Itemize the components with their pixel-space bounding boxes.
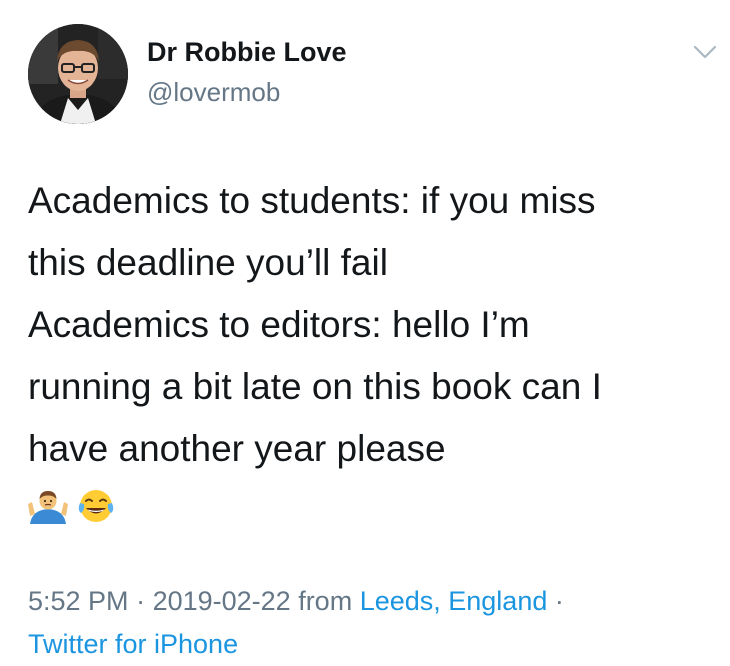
- location-link[interactable]: Leeds, England: [360, 586, 548, 616]
- tweet-time[interactable]: 5:52 PM: [28, 586, 129, 616]
- tweet-card: Dr Robbie Love @lovermob Academics to st…: [0, 0, 730, 659]
- tweet-text-line: this deadline you’ll fail: [28, 242, 388, 283]
- meta-separator: ·: [547, 586, 564, 616]
- profile-photo: [28, 24, 128, 124]
- meta-separator: ·: [128, 586, 153, 616]
- avatar[interactable]: [28, 24, 128, 124]
- tweet-text-line: have another year please: [28, 428, 446, 469]
- chevron-down-icon[interactable]: [693, 44, 717, 60]
- tweet-text: Academics to students: if you miss this …: [28, 170, 708, 480]
- tweet-text-line: running a bit late on this book can I: [28, 366, 602, 407]
- tweet-meta: 5:52 PM · 2019-02-22 from Leeds, England…: [28, 580, 718, 666]
- tweet-text-line: Academics to editors: hello I’m: [28, 304, 530, 345]
- meta-from: from: [290, 586, 360, 616]
- meta-row-source: Twitter for iPhone: [28, 623, 718, 666]
- tweet-text-line: Academics to students: if you miss: [28, 180, 596, 221]
- person-shrugging-emoji: [28, 486, 68, 526]
- author-handle[interactable]: @lovermob: [147, 77, 280, 108]
- source-link[interactable]: Twitter for iPhone: [28, 629, 238, 659]
- face-with-tears-of-joy-emoji: [76, 486, 116, 526]
- author-name[interactable]: Dr Robbie Love: [147, 37, 347, 68]
- tweet-date[interactable]: 2019-02-22: [153, 586, 291, 616]
- emoji-row: [28, 486, 116, 526]
- meta-row-timestamp: 5:52 PM · 2019-02-22 from Leeds, England…: [28, 580, 718, 623]
